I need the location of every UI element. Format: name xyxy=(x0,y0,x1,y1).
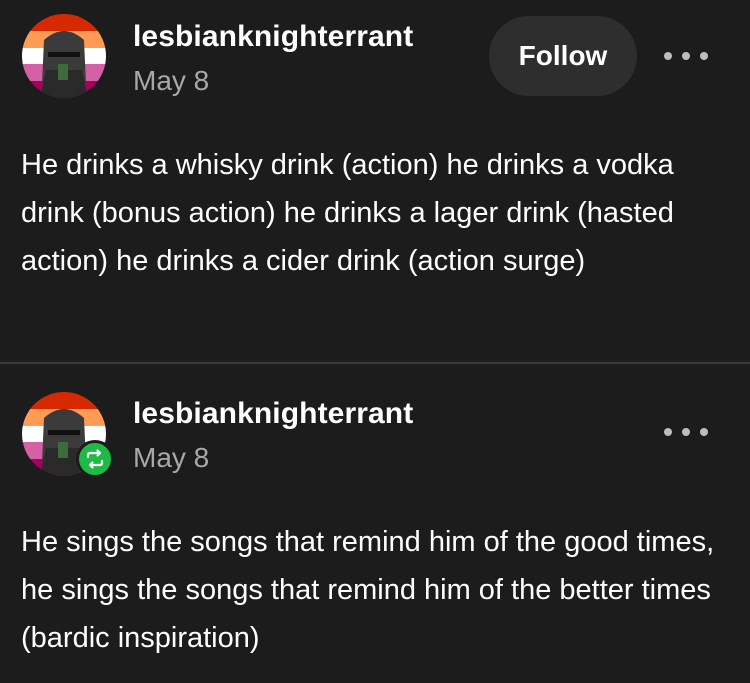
post-original: lesbianknighterrant May 8 Follow He drin… xyxy=(0,0,750,362)
post-date[interactable]: May 8 xyxy=(133,442,209,474)
username[interactable]: lesbianknighterrant xyxy=(133,397,413,431)
avatar[interactable] xyxy=(22,14,106,98)
knight-helmet-avatar-icon xyxy=(22,14,106,98)
dot xyxy=(664,428,672,436)
follow-button[interactable]: Follow xyxy=(489,16,637,96)
dot xyxy=(700,52,708,60)
dot xyxy=(700,428,708,436)
more-options-icon[interactable] xyxy=(664,46,708,66)
post-reblog: lesbianknighterrant May 8 He sings the s… xyxy=(0,364,750,683)
post-body: He sings the songs that remind him of th… xyxy=(21,526,715,654)
dot xyxy=(664,52,672,60)
dot xyxy=(682,52,690,60)
dot xyxy=(682,428,690,436)
username[interactable]: lesbianknighterrant xyxy=(133,20,413,54)
more-options-icon[interactable] xyxy=(664,422,708,442)
reblog-icon xyxy=(76,440,114,478)
post-date[interactable]: May 8 xyxy=(133,65,209,97)
post-body: He drinks a whisky drink (action) he dri… xyxy=(21,149,674,277)
